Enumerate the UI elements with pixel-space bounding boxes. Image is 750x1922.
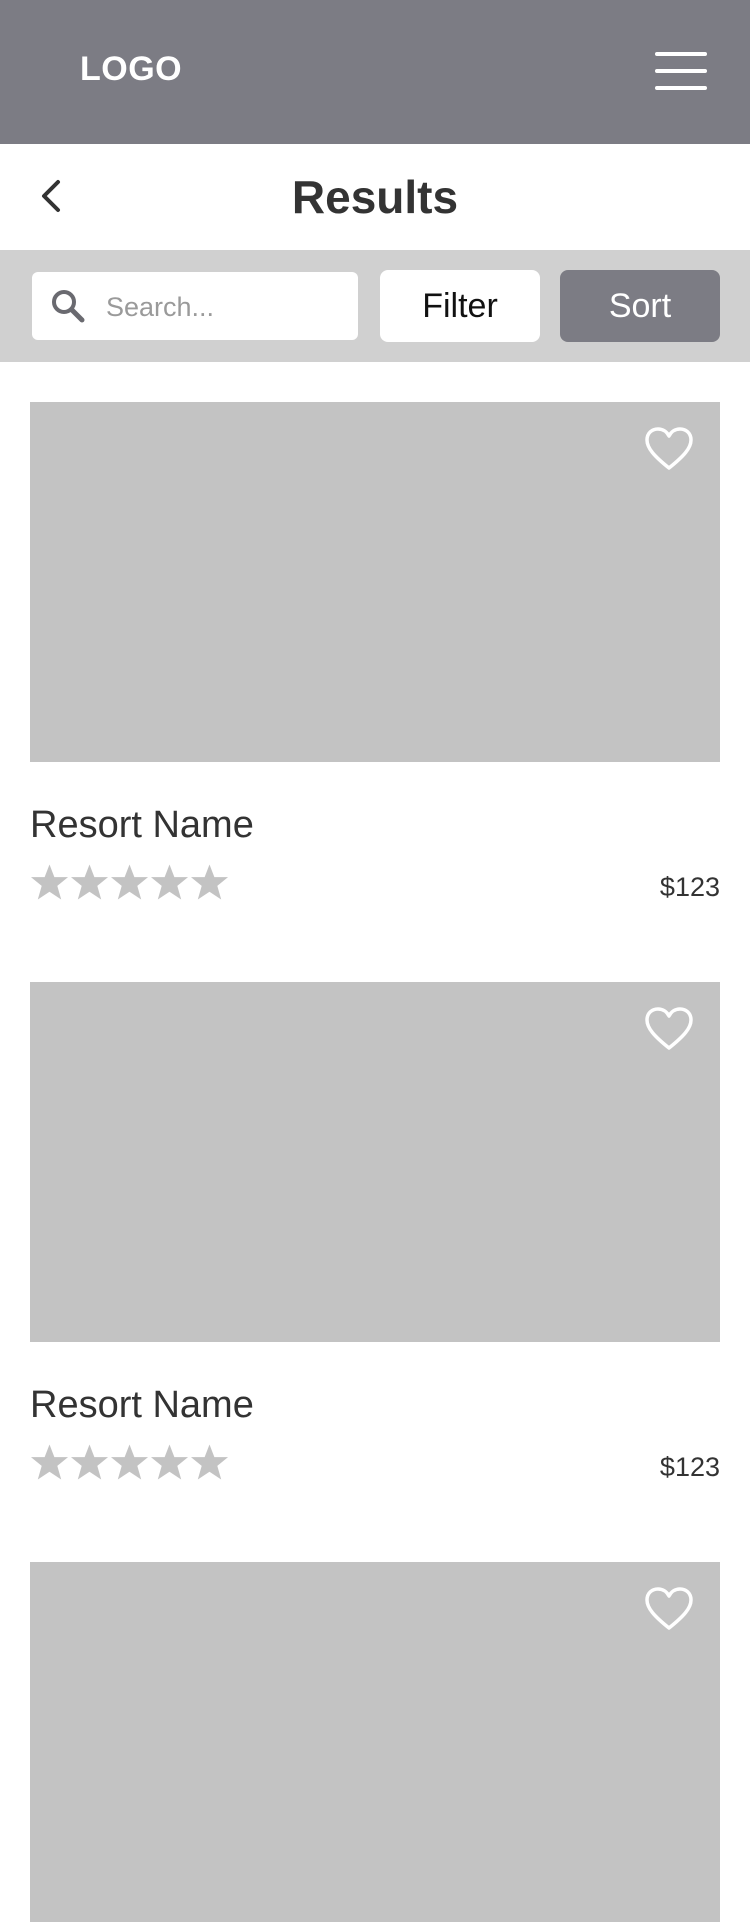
heart-icon[interactable] [644,426,694,472]
star-icon [190,1444,229,1480]
star-icon [110,864,149,900]
resort-image[interactable] [30,402,720,762]
logo[interactable]: LOGO [80,50,182,89]
hamburger-menu-icon[interactable] [652,48,710,94]
star-icon [30,1444,69,1480]
heart-icon[interactable] [644,1006,694,1052]
star-icon [150,1444,189,1480]
star-rating [30,1442,230,1486]
search-toolbar: Filter Sort [0,250,750,362]
star-icon [30,864,69,900]
price-label: $123 [659,872,720,902]
resort-image[interactable] [30,1562,720,1922]
star-rating [30,862,230,906]
sort-button[interactable]: Sort [560,270,720,342]
star-icon [150,864,189,900]
search-input[interactable] [104,282,348,332]
resort-name[interactable]: Resort Name [30,1384,254,1427]
resort-name[interactable]: Resort Name [30,804,254,847]
filter-button[interactable]: Filter [380,270,540,342]
star-icon [70,1444,109,1480]
title-bar: Results [0,144,750,250]
price-label: $123 [659,1452,720,1482]
star-icon [70,864,109,900]
search-box[interactable] [32,272,358,340]
star-icon [190,864,229,900]
page-title: Results [291,171,459,223]
star-icon [110,1444,149,1480]
app-header: LOGO [0,0,750,144]
search-icon [52,290,85,323]
resort-image[interactable] [30,982,720,1342]
heart-icon[interactable] [644,1586,694,1632]
